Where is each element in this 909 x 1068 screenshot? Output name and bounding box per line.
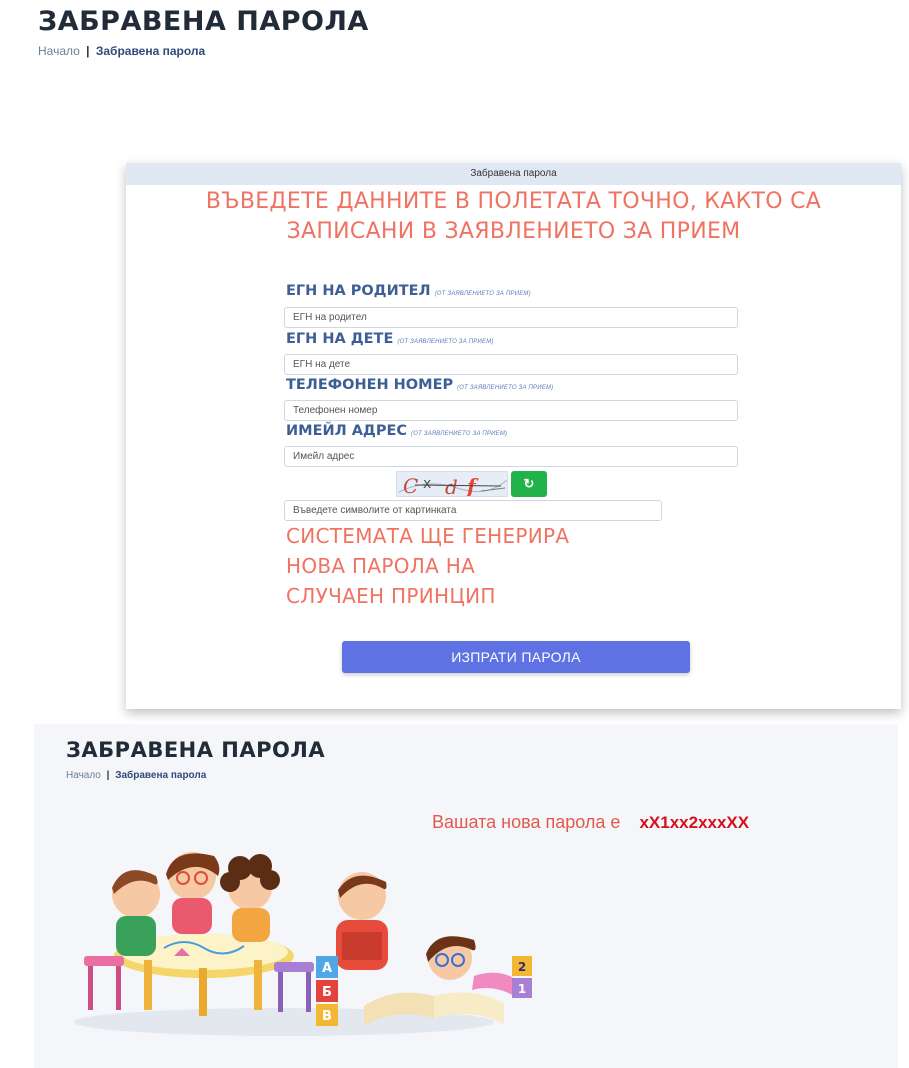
child-egn-label: ЕГН НА ДЕТЕ (ОТ ЗАЯВЛЕНИЕТО ЗА ПРИЕМ) <box>286 331 494 347</box>
phone-label-text: ТЕЛЕФОНЕН НОМЕР <box>286 377 454 393</box>
result-breadcrumb: Начало | Забравена парола <box>66 770 206 781</box>
captcha-char-2: x <box>423 476 431 492</box>
new-password-message: Вашата нова парола е xX1xx2xxxXX <box>432 812 749 833</box>
result-page-title: ЗАБРАВЕНА ПАРОЛА <box>66 738 326 762</box>
captcha-input[interactable] <box>284 500 662 521</box>
captcha-graphic: C x d f <box>397 472 507 497</box>
email-hint: (ОТ ЗАЯВЛЕНИЕТО ЗА ПРИЕМ) <box>411 431 508 437</box>
child-egn-label-text: ЕГН НА ДЕТЕ <box>286 331 394 347</box>
send-password-button[interactable]: ИЗПРАТИ ПАРОЛА <box>342 641 690 673</box>
system-note-line-2: НОВА ПАРОЛА НА <box>286 554 476 578</box>
result-breadcrumb-home-link[interactable]: Начало <box>66 770 101 781</box>
page-title: ЗАБРАВЕНА ПАРОЛА <box>38 6 369 37</box>
instructions-warning-line-2: ЗАПИСАНИ В ЗАЯВЛЕНИЕТО ЗА ПРИЕМ <box>286 219 741 244</box>
block-letter-1: А <box>322 961 332 976</box>
breadcrumb-current: Забравена парола <box>95 44 206 58</box>
forgot-password-card: Забравена парола ВЪВЕДЕТЕ ДАННИТЕ В ПОЛЕ… <box>126 163 901 709</box>
card-header: Забравена парола <box>126 163 901 185</box>
result-panel: ЗАБРАВЕНА ПАРОЛА Начало | Забравена паро… <box>34 724 898 1068</box>
email-label: ИМЕЙЛ АДРЕС (ОТ ЗАЯВЛЕНИЕТО ЗА ПРИЕМ) <box>286 423 507 439</box>
parent-egn-hint: (ОТ ЗАЯВЛЕНИЕТО ЗА ПРИЕМ) <box>434 291 531 297</box>
result-breadcrumb-current: Забравена парола <box>115 770 207 781</box>
refresh-icon: ↻ <box>523 476 535 491</box>
result-breadcrumb-separator: | <box>106 770 110 781</box>
number-block-1: 2 <box>518 960 526 974</box>
instructions-warning-line-1: ВЪВЕДЕТЕ ДАННИТЕ В ПОЛЕТАТА ТОЧНО, КАКТО… <box>205 189 822 214</box>
captcha-char-3: d <box>445 475 458 497</box>
parent-egn-input[interactable] <box>284 307 738 328</box>
captcha-refresh-button[interactable]: ↻ <box>511 471 547 497</box>
system-note: СИСТЕМАТА ЩЕ ГЕНЕРИРА НОВА ПАРОЛА НА СЛУ… <box>286 521 706 611</box>
child-egn-hint: (ОТ ЗАЯВЛЕНИЕТО ЗА ПРИЕМ) <box>397 339 494 345</box>
new-password-value: xX1xx2xxxXX <box>639 813 750 832</box>
breadcrumb: Начало | Забравена парола <box>38 44 205 58</box>
captcha-image: C x d f <box>396 471 508 497</box>
instructions-warning: ВЪВЕДЕТЕ ДАННИТЕ В ПОЛЕТАТА ТОЧНО, КАКТО… <box>126 187 901 247</box>
email-label-text: ИМЕЙЛ АДРЕС <box>286 423 408 439</box>
number-block-2: 1 <box>518 982 526 996</box>
breadcrumb-separator: | <box>86 44 90 58</box>
kids-illustration: А Б В 2 1 <box>74 852 532 1036</box>
parent-egn-label-text: ЕГН НА РОДИТЕЛ <box>286 283 431 299</box>
child-egn-input[interactable] <box>284 354 738 375</box>
system-note-line-3: СЛУЧАЕН ПРИНЦИП <box>286 584 496 608</box>
email-input[interactable] <box>284 446 738 467</box>
phone-label: ТЕЛЕФОНЕН НОМЕР (ОТ ЗАЯВЛЕНИЕТО ЗА ПРИЕМ) <box>286 377 553 393</box>
phone-input[interactable] <box>284 400 738 421</box>
system-note-line-1: СИСТЕМАТА ЩЕ ГЕНЕРИРА <box>286 524 570 548</box>
parent-egn-label: ЕГН НА РОДИТЕЛ (ОТ ЗАЯВЛЕНИЕТО ЗА ПРИЕМ) <box>286 283 531 299</box>
phone-hint: (ОТ ЗАЯВЛЕНИЕТО ЗА ПРИЕМ) <box>457 385 554 391</box>
block-letter-3: В <box>322 1009 332 1024</box>
new-password-label: Вашата нова парола е <box>432 812 621 832</box>
breadcrumb-home-link[interactable]: Начало <box>38 44 80 58</box>
block-letter-2: Б <box>322 985 332 1000</box>
